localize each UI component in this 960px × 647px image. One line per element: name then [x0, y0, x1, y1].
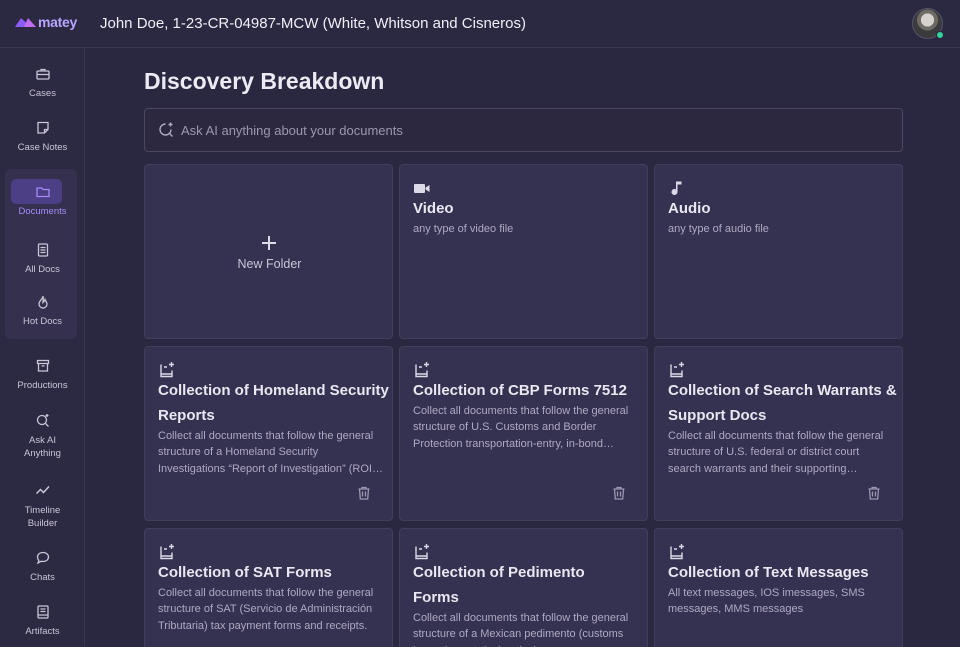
- ai-collection-icon: [160, 544, 174, 560]
- card-title: Collection of Search Warrants & Support …: [668, 382, 897, 424]
- video-camera-icon: [414, 184, 430, 193]
- card-description: Collect all documents that follow the ge…: [413, 612, 629, 647]
- top-bar: matey John Doe, 1-23-CR-04987-MCW (White…: [0, 0, 960, 48]
- ai-search-icon: [36, 414, 49, 427]
- sidebar-item-label: Productions: [17, 380, 68, 391]
- ai-collection-icon: [415, 362, 429, 378]
- folder-card-audio[interactable]: Audio any type of audio file: [654, 164, 903, 339]
- card-description: any type of audio file: [668, 223, 769, 235]
- ai-collection-icon: [670, 362, 684, 378]
- briefcase-icon: [35, 68, 50, 80]
- card-description: Collect all documents that follow the ge…: [158, 430, 376, 475]
- sidebar-item-productions[interactable]: Productions: [0, 358, 85, 391]
- collection-card-text-messages[interactable]: Collection of Text Messages All text mes…: [654, 528, 903, 647]
- collection-card-pedimento-forms[interactable]: Collection of Pedimento Forms Collect al…: [399, 528, 648, 647]
- new-folder-card[interactable]: New Folder: [144, 164, 393, 339]
- sidebar-item-chats[interactable]: Chats: [0, 550, 85, 583]
- ai-search-icon: [159, 122, 173, 137]
- trend-line-icon: [35, 485, 50, 495]
- case-title: John Doe, 1-23-CR-04987-MCW (White, Whit…: [100, 15, 526, 32]
- folder-icon: [35, 187, 50, 198]
- sidebar-item-label: Timeline Builder: [24, 505, 61, 529]
- trash-icon[interactable]: [866, 485, 882, 501]
- card-description: Collect all documents that follow the ge…: [158, 587, 374, 632]
- ai-collection-icon: [670, 544, 684, 560]
- new-folder-label: New Folder: [237, 257, 302, 271]
- sidebar-item-hot-docs[interactable]: Hot Docs: [0, 294, 85, 327]
- sidebar-item-artifacts[interactable]: Artifacts: [0, 604, 85, 637]
- collection-card-homeland-security[interactable]: Collection of Homeland Security Reports …: [144, 346, 393, 521]
- sidebar-item-all-docs[interactable]: All Docs: [0, 242, 85, 275]
- plus-icon: [262, 236, 276, 250]
- card-title: Collection of Text Messages: [668, 564, 869, 581]
- ai-collection-icon: [415, 544, 429, 560]
- collection-card-search-warrants[interactable]: Collection of Search Warrants & Support …: [654, 346, 903, 521]
- artifact-icon: [36, 605, 49, 619]
- sidebar-item-label: Chats: [30, 572, 55, 583]
- sidebar-item-label: Cases: [29, 88, 56, 99]
- card-description: Collect all documents that follow the ge…: [413, 405, 629, 450]
- sidebar-item-documents[interactable]: Documents: [0, 184, 85, 217]
- sidebar-item-label: Documents: [18, 206, 67, 217]
- sidebar-item-label: Artifacts: [25, 626, 60, 637]
- sidebar-item-label: Hot Docs: [22, 316, 63, 327]
- document-icon: [37, 243, 48, 257]
- trash-icon[interactable]: [356, 485, 372, 501]
- sidebar: Cases Case Notes Documents All Docs Hot …: [0, 48, 85, 647]
- sidebar-item-case-notes[interactable]: Case Notes: [0, 120, 85, 153]
- card-title: Collection of Pedimento Forms: [413, 564, 585, 606]
- card-title: Audio: [668, 200, 711, 217]
- logo-text: matey: [38, 14, 77, 30]
- card-description: Collect all documents that follow the ge…: [668, 430, 884, 475]
- online-status-icon: [936, 31, 944, 39]
- collection-card-sat-forms[interactable]: Collection of SAT Forms Collect all docu…: [144, 528, 393, 647]
- card-description: any type of video file: [413, 223, 514, 235]
- card-title: Video: [413, 200, 454, 217]
- card-title: Collection of Homeland Security Reports: [158, 382, 389, 424]
- app-logo[interactable]: matey: [15, 14, 77, 30]
- folder-card-video[interactable]: Video any type of video file: [399, 164, 648, 339]
- music-note-icon: [671, 181, 682, 195]
- sidebar-item-ask-ai[interactable]: Ask AI Anything: [0, 412, 85, 460]
- card-title: Collection of CBP Forms 7512: [413, 382, 627, 399]
- logo-mark-accent-icon: [24, 17, 36, 27]
- note-icon: [36, 121, 49, 134]
- sidebar-item-label: Ask AI Anything: [24, 435, 61, 459]
- page-title: Discovery Breakdown: [144, 68, 385, 94]
- chat-bubble-icon: [36, 551, 49, 565]
- sidebar-item-timeline-builder[interactable]: Timeline Builder: [0, 482, 85, 530]
- flame-icon: [37, 295, 48, 309]
- archive-icon: [36, 359, 49, 372]
- collection-card-cbp-forms[interactable]: Collection of CBP Forms 7512 Collect all…: [399, 346, 648, 521]
- card-description: All text messages, IOS imessages, SMS me…: [668, 587, 865, 616]
- sidebar-item-label: Case Notes: [17, 142, 68, 153]
- card-title: Collection of SAT Forms: [158, 564, 332, 581]
- sidebar-item-label: All Docs: [25, 264, 60, 275]
- search-input[interactable]: [181, 122, 881, 138]
- ai-search-bar[interactable]: [144, 108, 903, 152]
- sidebar-item-cases[interactable]: Cases: [0, 66, 85, 99]
- trash-icon[interactable]: [611, 485, 627, 501]
- ai-collection-icon: [160, 362, 174, 378]
